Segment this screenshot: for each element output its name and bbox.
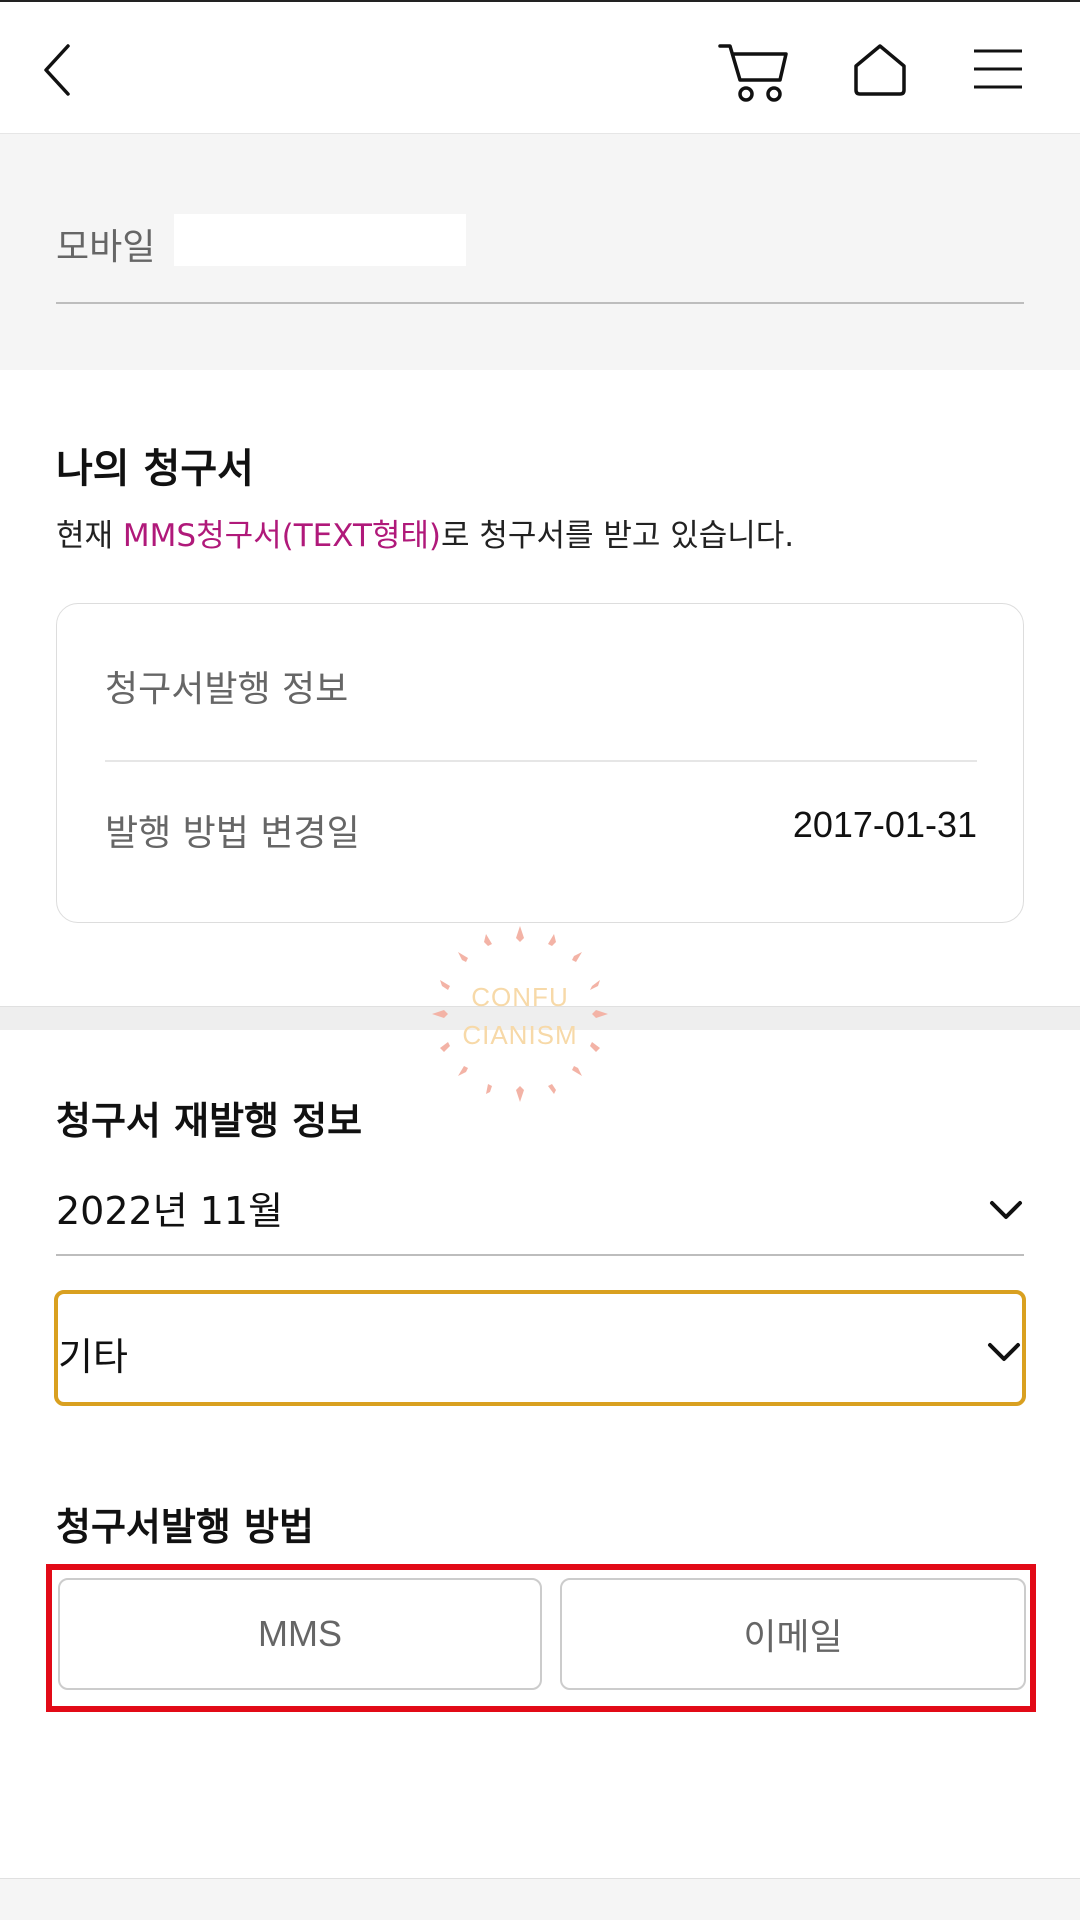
bill-info-card: 청구서발행 정보 발행 방법 변경일 2017-01-31 [56,603,1024,923]
bottom-bar [0,1878,1080,1920]
card-divider [105,760,977,762]
chevron-down-icon [990,1201,1022,1219]
watermark-stamp: CONFU CIANISM [430,924,610,1104]
watermark-text-1: CONFU [471,982,569,1012]
bill-desc-prefix: 현재 [56,518,123,554]
method-title: 청구서발행 방법 [56,1505,314,1549]
chevron-left-icon [44,44,70,96]
cart-icon [718,44,788,102]
mobile-row: 모바일 [56,214,1024,304]
reason-select[interactable]: 기타 [54,1290,1026,1406]
bill-info-card-title: 청구서발행 정보 [105,669,349,710]
top-app-bar [0,0,1080,134]
month-select[interactable]: 2022년 11월 [56,1168,1024,1256]
email-method-button[interactable]: 이메일 [560,1578,1026,1690]
mms-method-button[interactable]: MMS [58,1578,542,1690]
bill-desc-suffix: 로 청구서를 받고 있습니다. [441,518,795,554]
back-button[interactable] [38,40,78,100]
home-button[interactable] [852,42,908,96]
month-select-value: 2022년 11월 [56,1189,284,1233]
mobile-section: 모바일 [0,134,1080,370]
change-date-value: 2017-01-31 [792,804,977,845]
home-icon [854,44,906,96]
chevron-down-icon [988,1343,1020,1361]
reason-select-value: 기타 [58,1335,128,1379]
mobile-number-field[interactable] [174,214,466,266]
reissue-section: 청구서 재발행 정보 2022년 11월 기타 청구서발행 방법 MMS 이메일 [0,1030,1080,1880]
method-highlight-frame: MMS 이메일 [46,1564,1036,1712]
change-date-label: 발행 방법 변경일 [105,813,360,854]
watermark-text-2: CIANISM [462,1020,578,1050]
hamburger-menu-icon [974,49,1022,89]
menu-button[interactable] [972,48,1024,90]
bill-type-highlight: MMS청구서(TEXT형태) [122,518,442,554]
reissue-title: 청구서 재발행 정보 [56,1099,363,1143]
my-bill-section: 나의 청구서 현재 MMS청구서(TEXT형태)로 청구서를 받고 있습니다. … [0,370,1080,1006]
mobile-label: 모바일 [56,227,156,268]
cart-button[interactable] [718,40,790,104]
bill-title: 나의 청구서 [56,446,254,492]
sunburst-icon [432,926,608,1102]
bill-description: 현재 MMS청구서(TEXT형태)로 청구서를 받고 있습니다. [56,510,794,555]
